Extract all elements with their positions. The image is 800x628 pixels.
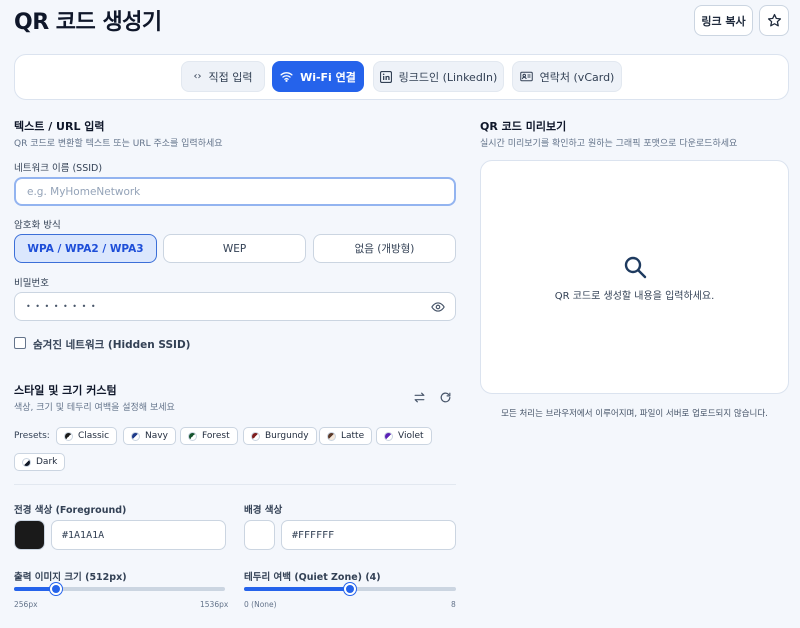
encryption-option-wep[interactable]: WEP	[163, 234, 306, 263]
size-slider-label: 출력 이미지 크기 (512px)	[14, 572, 127, 583]
size-slider[interactable]	[14, 583, 225, 595]
tab-direct-input[interactable]: ‹› 직접 입력	[181, 61, 265, 92]
ssid-input[interactable]: e.g. MyHomeNetwork	[14, 177, 456, 206]
preset-forest[interactable]: Forest	[180, 427, 238, 445]
encryption-option-wpa[interactable]: WPA / WPA2 / WPA3	[14, 234, 157, 263]
contact-card-icon	[519, 71, 533, 82]
tab-linkedin[interactable]: 링크드인 (LinkedIn)	[373, 61, 504, 92]
section-divider	[14, 484, 456, 485]
foreground-hex-input[interactable]: #1A1A1A	[51, 520, 226, 550]
style-section-subtitle: 색상, 크기 및 테두리 여백을 설정해 보세요	[14, 403, 175, 413]
preset-swatch-icon	[251, 431, 260, 441]
size-slider-thumb[interactable]	[50, 583, 63, 595]
presets-label: Presets:	[14, 431, 50, 441]
margin-slider-fill	[244, 587, 350, 591]
preset-classic[interactable]: Classic	[56, 427, 118, 445]
preset-swatch-icon	[22, 457, 31, 467]
reset-style-button[interactable]	[439, 389, 452, 408]
background-swatch[interactable]	[244, 520, 275, 550]
refresh-icon	[440, 392, 451, 403]
background-hex-input[interactable]: #FFFFFF	[281, 520, 456, 550]
margin-slider-label: 테두리 여백 (Quiet Zone) (4)	[244, 572, 381, 583]
background-label: 배경 색상	[244, 505, 283, 516]
ssid-placeholder: e.g. MyHomeNetwork	[27, 185, 141, 198]
preset-label: Violet	[398, 431, 424, 441]
encryption-option-none[interactable]: 없음 (개방형)	[313, 234, 456, 263]
linkedin-icon	[379, 70, 392, 83]
preset-burgundy[interactable]: Burgundy	[243, 427, 317, 445]
privacy-footer: 모든 처리는 브라우저에서 이루어지며, 파일이 서버로 업로드되지 않습니다.	[501, 409, 768, 419]
preset-label: Burgundy	[265, 431, 309, 441]
foreground-label: 전경 색상 (Foreground)	[14, 505, 127, 516]
preview-empty-message: QR 코드로 생성할 내용을 입력하세요.	[554, 291, 715, 302]
preset-dark[interactable]: Dark	[14, 453, 66, 471]
preset-swatch-icon	[188, 431, 197, 441]
star-icon	[767, 13, 781, 27]
wifi-icon	[280, 72, 293, 82]
preset-label: Classic	[78, 431, 110, 441]
password-input[interactable]: • • • • • • • •	[14, 292, 456, 321]
favorite-button[interactable]	[759, 5, 789, 36]
tab-wifi[interactable]: Wi-Fi 연결	[272, 61, 364, 92]
search-icon	[624, 256, 647, 279]
preset-swatch-icon	[131, 431, 140, 441]
preset-navy[interactable]: Navy	[123, 427, 176, 445]
preset-swatch-icon	[64, 431, 73, 441]
foreground-swatch[interactable]	[14, 520, 45, 550]
encryption-label: 암호화 방식	[14, 220, 61, 231]
margin-slider-max: 8	[451, 600, 456, 609]
swap-colors-button[interactable]	[413, 389, 426, 408]
password-placeholder: • • • • • • • •	[26, 302, 97, 311]
margin-slider-min: 0 (None)	[244, 600, 277, 609]
input-section-title: 텍스트 / URL 입력	[14, 120, 105, 133]
size-slider-max: 1536px	[200, 600, 229, 609]
hidden-ssid-label: 숨겨진 네트워크 (Hidden SSID)	[33, 339, 191, 351]
code-icon: ‹›	[193, 71, 202, 82]
margin-slider[interactable]	[244, 583, 456, 595]
preset-label: Forest	[202, 431, 230, 441]
preset-label: Navy	[145, 431, 168, 441]
preset-swatch-icon	[384, 431, 393, 441]
toggle-password-visibility[interactable]	[431, 299, 445, 318]
eye-icon	[431, 302, 445, 312]
preset-swatch-icon	[327, 431, 336, 441]
preview-section-title: QR 코드 미리보기	[480, 120, 567, 133]
background-hex-value: #FFFFFF	[292, 529, 335, 541]
preset-latte[interactable]: Latte	[319, 427, 373, 445]
style-section-title: 스타일 및 크기 커스텀	[14, 384, 117, 397]
page-title: QR 코드 생성기	[14, 10, 162, 35]
tab-label: 직접 입력	[208, 70, 253, 84]
margin-slider-thumb[interactable]	[344, 583, 356, 595]
size-slider-min: 256px	[14, 600, 38, 609]
tab-vcard[interactable]: 연락처 (vCard)	[512, 61, 622, 92]
tab-label: Wi-Fi 연결	[300, 70, 356, 84]
qr-preview-panel: QR 코드로 생성할 내용을 입력하세요.	[480, 160, 789, 394]
ssid-label: 네트워크 이름 (SSID)	[14, 163, 103, 174]
swap-icon	[414, 392, 425, 403]
foreground-hex-value: #1A1A1A	[62, 529, 105, 541]
hidden-ssid-checkbox[interactable]	[14, 337, 26, 349]
preset-label: Dark	[36, 457, 58, 467]
tab-label: 연락처 (vCard)	[539, 70, 615, 84]
preset-violet[interactable]: Violet	[376, 427, 432, 445]
password-label: 비밀번호	[14, 278, 49, 289]
tab-label: 링크드인 (LinkedIn)	[398, 70, 498, 84]
copy-link-button[interactable]: 링크 복사	[694, 5, 753, 36]
preset-label: Latte	[341, 431, 365, 441]
input-section-subtitle: QR 코드로 변환할 텍스트 또는 URL 주소를 입력하세요	[14, 139, 223, 149]
preview-section-subtitle: 실시간 미리보기를 확인하고 원하는 그래픽 포맷으로 다운로드하세요	[480, 139, 738, 149]
